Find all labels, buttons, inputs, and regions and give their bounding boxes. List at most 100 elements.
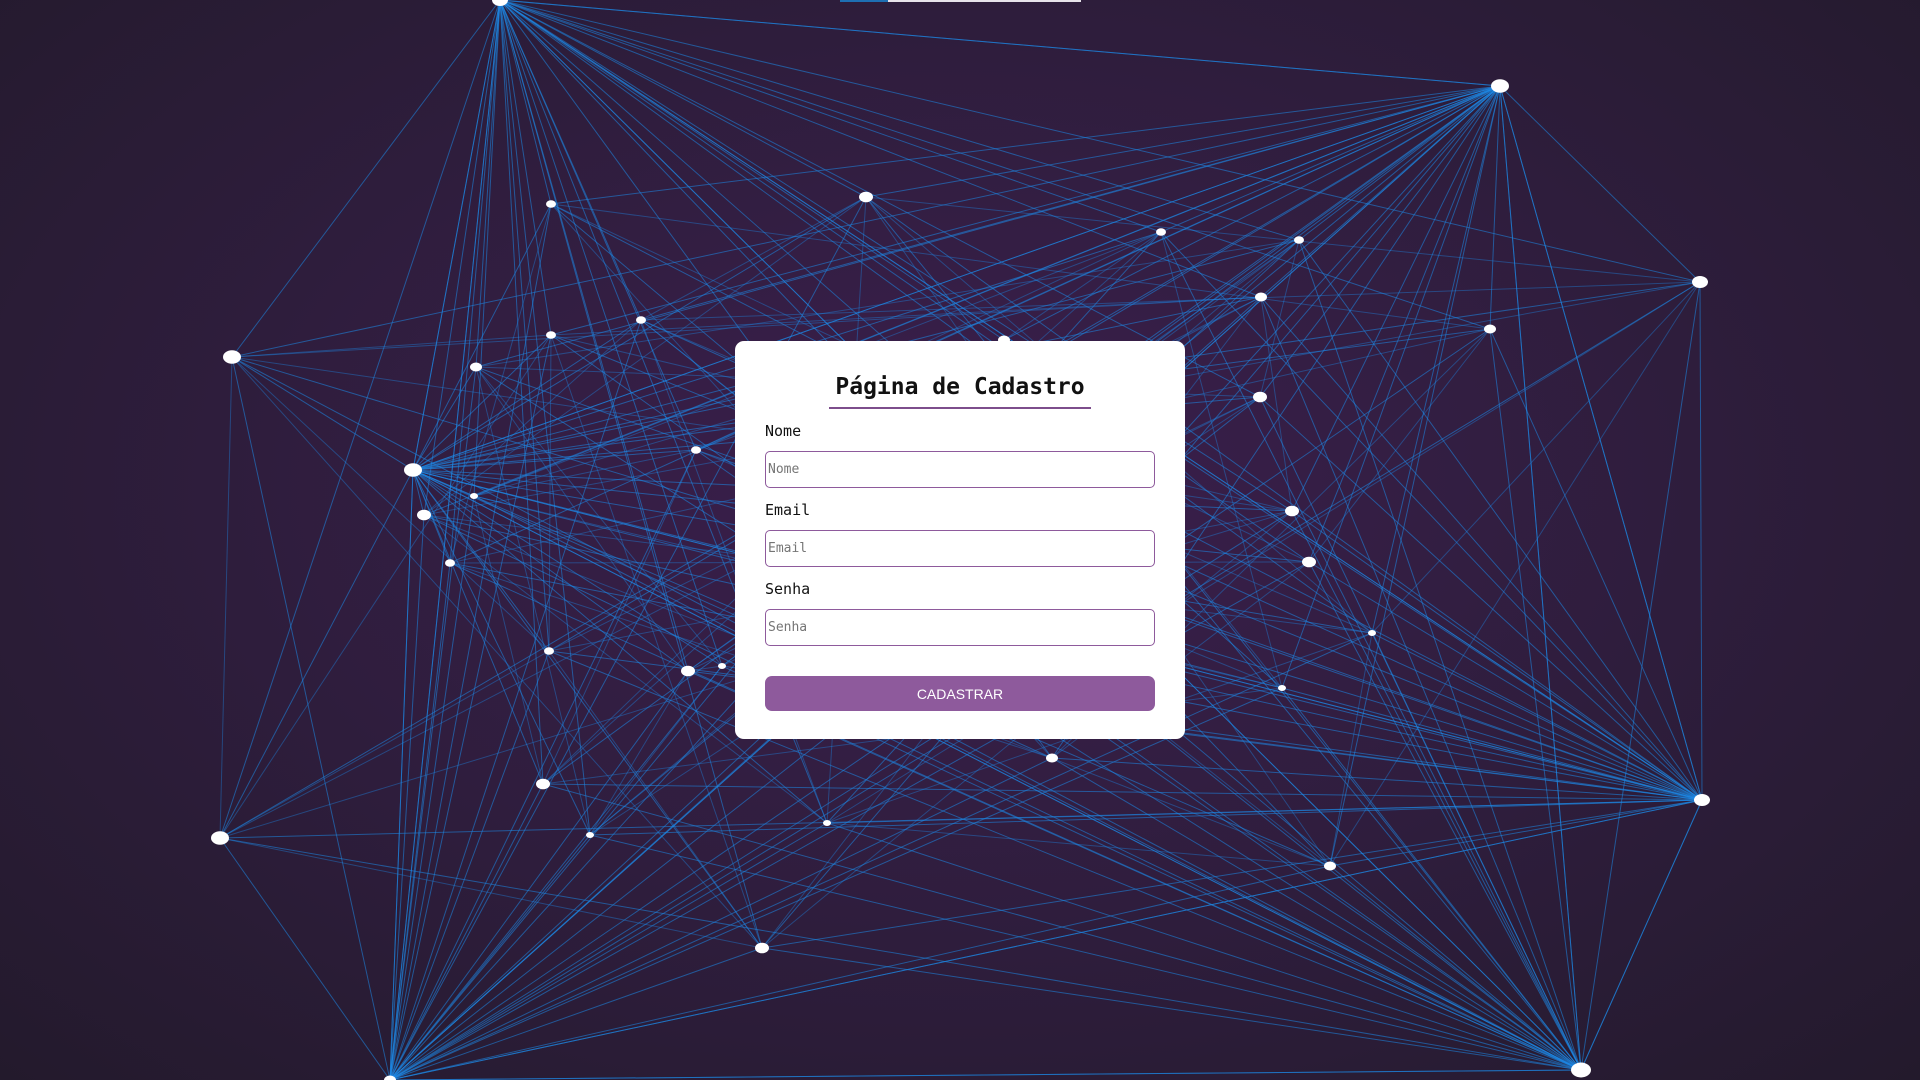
password-input[interactable] — [765, 609, 1155, 646]
network-line — [499, 0, 1005, 341]
network-line — [640, 196, 867, 321]
network-line — [231, 356, 391, 1080]
network-line — [389, 650, 550, 1080]
network-line — [389, 757, 1053, 1080]
network-line — [219, 356, 233, 839]
network-line — [389, 865, 1331, 1080]
network-node — [1156, 228, 1166, 236]
network-node — [1294, 236, 1304, 244]
top-progress-bar — [840, 0, 1081, 2]
network-node — [586, 832, 594, 838]
network-line — [499, 0, 763, 949]
network-line — [219, 837, 391, 1080]
network-line — [389, 0, 501, 1080]
name-label: Nome — [765, 422, 802, 440]
network-node — [681, 665, 695, 677]
network-node — [1484, 324, 1496, 334]
network-line — [589, 665, 723, 836]
network-line — [1371, 85, 1501, 634]
network-node — [417, 509, 431, 521]
network-node — [1302, 556, 1316, 568]
email-input[interactable] — [765, 530, 1155, 567]
network-node — [823, 820, 831, 826]
network-line — [231, 356, 414, 471]
network-line — [499, 0, 723, 667]
network-line — [865, 196, 1701, 283]
network-line — [1699, 281, 1703, 801]
network-node — [1046, 753, 1058, 763]
network-node — [404, 463, 422, 477]
signup-card: Página de Cadastro Nome Email Senha CADA… — [735, 341, 1185, 739]
network-line — [499, 0, 1162, 233]
network-line — [499, 0, 1501, 87]
network-line — [640, 281, 1701, 321]
network-line — [1308, 561, 1703, 801]
name-input[interactable] — [765, 451, 1155, 488]
network-line — [231, 85, 1501, 358]
network-line — [1580, 799, 1703, 1071]
network-node — [1285, 505, 1299, 517]
network-line — [1260, 296, 1703, 801]
email-label: Email — [765, 501, 811, 519]
network-node — [1571, 1062, 1591, 1078]
network-node — [859, 191, 873, 203]
network-line — [640, 85, 1501, 321]
network-line — [389, 1069, 1582, 1080]
network-line — [389, 449, 697, 1080]
network-line — [1499, 85, 1703, 801]
network-node — [1368, 630, 1376, 636]
title-wrapper: Página de Cadastro — [765, 371, 1155, 409]
network-node — [546, 200, 556, 208]
network-line — [1003, 231, 1162, 341]
network-line — [219, 837, 763, 949]
network-line — [589, 834, 1582, 1071]
network-node — [546, 331, 556, 339]
network-line — [231, 0, 501, 358]
network-line — [219, 837, 1582, 1071]
network-line — [231, 356, 550, 652]
network-line — [1051, 757, 1703, 801]
network-node — [1255, 292, 1267, 302]
network-line — [1259, 396, 1703, 801]
network-line — [1371, 632, 1703, 801]
page-title: Página de Cadastro — [829, 371, 1091, 409]
network-line — [499, 0, 552, 336]
network-node — [1278, 685, 1286, 691]
network-line — [389, 665, 723, 1080]
network-node — [755, 942, 769, 954]
network-line — [1291, 510, 1582, 1071]
network-node — [636, 316, 646, 324]
network-node — [1692, 276, 1708, 288]
network-line — [499, 0, 1262, 298]
network-line — [1499, 85, 1701, 283]
network-line — [389, 783, 544, 1080]
network-line — [1260, 296, 1582, 1071]
network-line — [1281, 687, 1582, 1071]
network-line — [826, 822, 1582, 1071]
network-node — [718, 663, 726, 669]
network-node — [470, 493, 478, 499]
network-node — [470, 362, 482, 372]
network-line — [499, 0, 1300, 241]
network-node — [1253, 391, 1267, 403]
network-line — [499, 0, 1491, 330]
network-node — [1694, 794, 1710, 806]
network-node — [211, 831, 229, 845]
network-line — [389, 366, 477, 1080]
network-node — [445, 559, 455, 567]
password-label: Senha — [765, 580, 811, 598]
register-button[interactable]: CADASTRAR — [765, 676, 1155, 711]
network-line — [389, 687, 1283, 1080]
network-line — [1160, 231, 1582, 1071]
network-node — [1491, 79, 1509, 93]
network-node — [536, 778, 550, 790]
network-line — [1298, 239, 1703, 801]
signup-form: Nome Email Senha CADASTRAR — [765, 421, 1155, 711]
network-line — [499, 0, 867, 198]
network-node — [1324, 861, 1336, 871]
network-node — [544, 647, 554, 655]
network-line — [389, 947, 763, 1080]
network-line — [1371, 281, 1701, 634]
network-line — [231, 334, 552, 358]
network-line — [499, 0, 1701, 283]
